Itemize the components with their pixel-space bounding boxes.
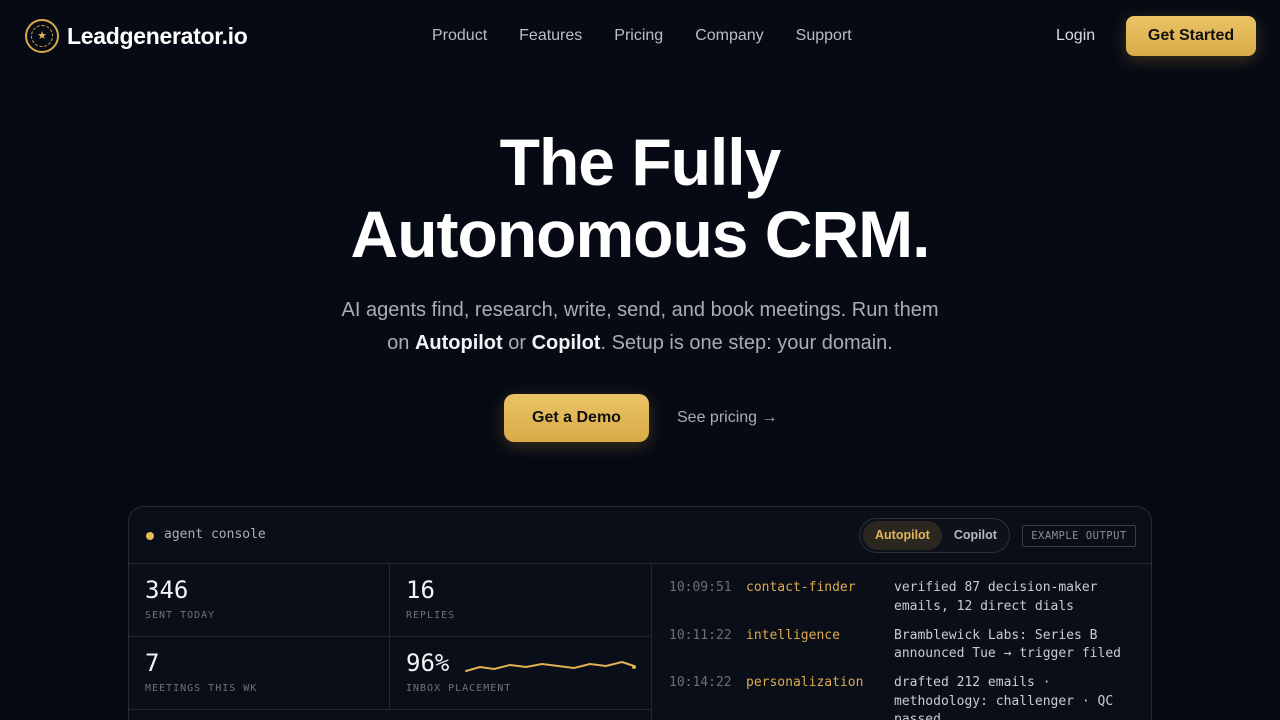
badge-star-icon: ★ — [25, 19, 59, 53]
hero-sub-text-3: . Setup is one step: your domain. — [600, 332, 893, 354]
nav-link-company[interactable]: Company — [695, 24, 763, 48]
stat-meetings: 7 MEETINGS THIS WK — [129, 637, 390, 710]
stat-sent-today: 346 SENT TODAY — [129, 564, 390, 637]
hero-sub-autopilot: Autopilot — [414, 332, 503, 354]
stat-value: 16 — [406, 576, 435, 604]
nav-link-product[interactable]: Product — [432, 24, 487, 48]
inbox-sparkline — [465, 661, 636, 672]
hero-sub-text-2: or — [502, 332, 532, 354]
toggle-autopilot[interactable]: Autopilot — [863, 521, 942, 550]
log-message: verified 87 decision-maker emails, 12 di… — [894, 580, 1098, 614]
log-time: 10:14:22 — [669, 675, 732, 690]
log-message: drafted 212 emails · methodology: challe… — [894, 675, 1114, 720]
login-link[interactable]: Login — [1056, 24, 1095, 48]
log-row: 10:11:22 intelligence Bramblewick Labs: … — [669, 627, 1139, 675]
log-message: Bramblewick Labs: Series B announced Tue… — [894, 627, 1121, 662]
get-demo-button[interactable]: Get a Demo — [504, 394, 649, 442]
stat-inbox-placement: 96% INBOX PLACEMENT — [390, 637, 651, 710]
stat-label: INBOX PLACEMENT — [406, 683, 512, 694]
see-pricing-link[interactable]: See pricing → — [677, 406, 778, 430]
log-row: 10:14:22 personalization drafted 212 ema… — [669, 674, 1139, 720]
nav-link-pricing[interactable]: Pricing — [614, 24, 663, 48]
stat-value: 346 — [145, 576, 189, 604]
brand-name: Leadgenerator.io — [67, 22, 248, 49]
log-time: 10:09:51 — [669, 580, 732, 595]
get-started-button[interactable]: Get Started — [1126, 16, 1256, 56]
nav-link-features[interactable]: Features — [519, 24, 582, 48]
hero-title: The Fully Autonomous CRM. — [0, 126, 1280, 270]
stat-label: SENT TODAY — [145, 610, 216, 621]
stat-label: REPLIES — [406, 610, 456, 621]
hero-sub-copilot: Copilot — [531, 332, 601, 354]
agent-log: 10:09:51 contact-finder verified 87 deci… — [669, 579, 1139, 720]
nav-links: Product Features Pricing Company Support — [432, 24, 852, 48]
hero-title-line-2: Autonomous CRM. — [350, 197, 931, 271]
status-dot-icon — [146, 532, 154, 540]
hero-title-line-1: The Fully — [499, 125, 782, 199]
stat-label: MEETINGS THIS WK — [145, 683, 258, 694]
stat-value: 7 — [145, 649, 160, 677]
log-time: 10:11:22 — [669, 627, 732, 643]
hero-subtitle: AI agents find, research, write, send, a… — [340, 294, 940, 360]
nav-link-support[interactable]: Support — [796, 24, 852, 48]
stats-grid: 346 SENT TODAY 16 REPLIES 7 MEETINGS THI… — [129, 564, 652, 720]
brand-logo-link[interactable]: ★ Leadgenerator.io — [25, 18, 248, 54]
log-row: 10:09:51 contact-finder verified 87 deci… — [669, 579, 1139, 627]
toggle-copilot[interactable]: Copilot — [942, 521, 1009, 550]
example-output-badge: EXAMPLE OUTPUT — [1022, 525, 1136, 547]
log-agent: personalization — [746, 675, 864, 690]
console-label: agent console — [164, 527, 266, 542]
log-agent: contact-finder — [746, 580, 856, 595]
log-agent: intelligence — [746, 627, 840, 643]
mode-toggle: Autopilot Copilot — [859, 518, 1010, 553]
top-nav: ★ Leadgenerator.io Product Features Pric… — [0, 0, 1280, 72]
agent-console-panel: agent console Autopilot Copilot EXAMPLE … — [128, 506, 1152, 720]
stat-replies: 16 REPLIES — [390, 564, 651, 637]
stat-value: 96% — [406, 649, 450, 677]
console-header: agent console Autopilot Copilot EXAMPLE … — [129, 507, 1151, 564]
